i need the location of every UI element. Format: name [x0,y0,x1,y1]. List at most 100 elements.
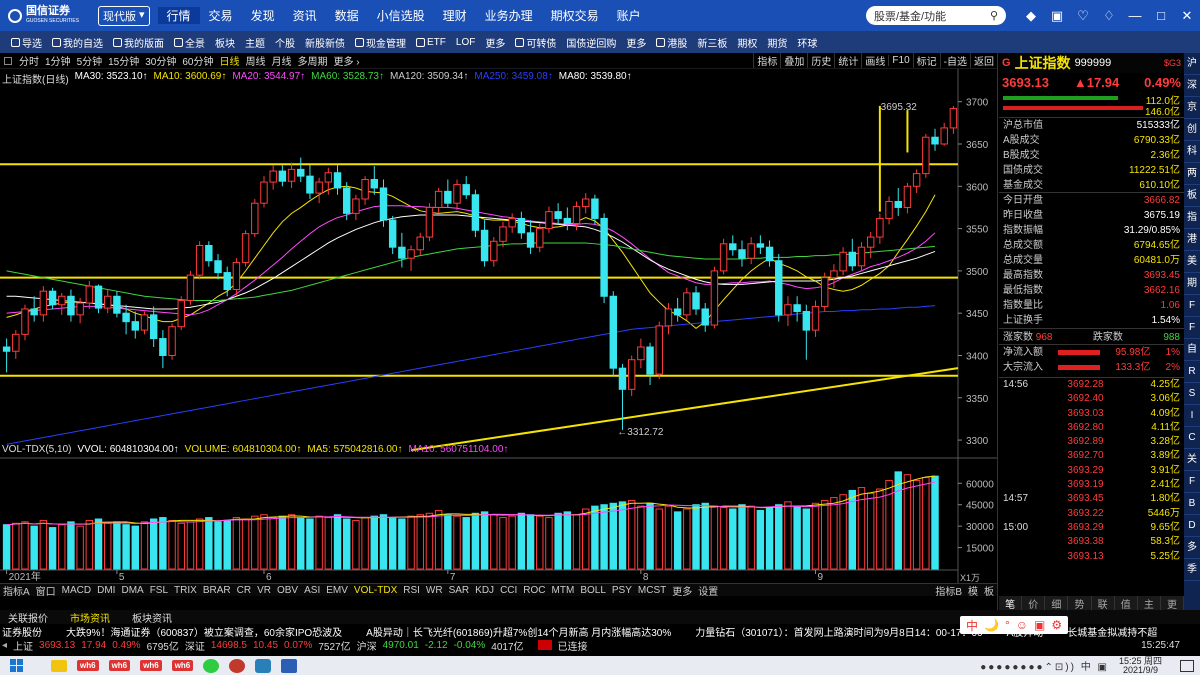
volume-bar[interactable] [453,515,461,570]
tick-row[interactable]: 3693.03 4.09亿 [999,407,1184,421]
tick-row[interactable]: 3692.89 3.28亿 [999,435,1184,449]
nav-2[interactable]: 发现 [242,7,284,24]
window-button-3[interactable]: ♢ [1096,8,1122,24]
candlestick[interactable] [949,105,958,134]
toolbar-item-4[interactable]: 板块 [210,35,240,50]
indicator-tab[interactable]: WR [423,585,446,596]
candlestick[interactable] [664,303,673,335]
period-7[interactable]: 周线 [243,53,269,68]
side-tab[interactable]: F [1184,317,1200,339]
ime-toolbar[interactable]: 中 🌙 ° ☺ ▣ ⚙ [960,616,1069,634]
candlestick[interactable] [278,165,287,187]
volume-bar[interactable] [508,515,516,570]
candlestick[interactable] [30,296,38,322]
candlestick[interactable] [581,193,590,214]
volume-bar[interactable] [352,519,360,570]
candlestick[interactable] [922,133,930,178]
nav-7[interactable]: 业务办理 [476,7,542,24]
toolbar-item-1[interactable]: 我的自选 [47,35,108,50]
quote-tab[interactable]: 值 [1115,596,1138,611]
candlestick[interactable] [765,240,774,267]
window-button-5[interactable]: □ [1148,8,1174,23]
candlestick[interactable] [839,247,847,276]
task-app-icon[interactable]: wh6 [77,660,99,671]
volume-bar[interactable] [876,488,884,570]
period-6[interactable]: 日线 [217,53,243,68]
tick-row[interactable]: 14:56 3692.28 4.25亿 [999,378,1184,392]
side-tab[interactable]: D [1184,515,1200,537]
volume-bar[interactable] [444,514,452,570]
news-item[interactable]: 证券股份 [2,624,42,639]
candlestick[interactable] [627,355,636,397]
indicator-tab[interactable]: DMA [118,585,146,596]
candlestick[interactable] [673,297,682,322]
volume-bar[interactable] [811,502,820,570]
volume-bar[interactable] [425,512,434,570]
nav-4[interactable]: 数据 [326,7,368,24]
volume-bar[interactable] [793,505,801,570]
candlestick[interactable] [811,300,820,337]
candlestick[interactable] [287,162,296,188]
clock[interactable]: 15:25 周四 2021/9/9 [1119,656,1162,675]
volume-bar[interactable] [581,508,590,570]
side-tab[interactable]: I [1184,405,1200,427]
volume-bar[interactable] [168,519,176,570]
volume-bar[interactable] [563,511,572,570]
quote-tab[interactable]: 联 [1092,596,1115,611]
period-9[interactable]: 多周期 [295,53,331,68]
volume-bar[interactable] [388,517,397,570]
candlestick[interactable] [453,179,461,210]
window-button-1[interactable]: ▣ [1044,8,1070,24]
ime-button[interactable]: ▣ [1034,618,1045,632]
volume-bar[interactable] [30,525,38,570]
candlestick[interactable] [508,213,516,233]
candlestick[interactable] [58,292,66,315]
quote-tab[interactable]: 价 [1022,596,1046,611]
indicator-tab[interactable]: KDJ [472,585,497,596]
candlestick[interactable] [434,187,443,214]
toolbar-item-7[interactable]: 新股新债 [300,35,350,50]
side-tab[interactable]: F [1184,295,1200,317]
volume-bar[interactable] [434,509,443,570]
nav-3[interactable]: 资讯 [284,7,326,24]
volume-bar[interactable] [664,505,673,570]
volume-bar[interactable] [499,517,507,570]
volume-bar[interactable] [269,517,277,570]
candlestick[interactable] [407,245,415,271]
side-tab[interactable]: 自 [1184,339,1200,361]
volume-bar[interactable] [784,501,792,570]
toolbar-item-14[interactable]: 更多 [621,35,651,50]
indicator-tab[interactable]: FSL [147,585,171,596]
volume-bar[interactable] [490,514,498,570]
volume-bar[interactable] [94,518,103,570]
candlestick[interactable] [692,286,700,315]
side-tab[interactable]: 指 [1184,207,1200,229]
toolbar-item-16[interactable]: 新三板 [692,35,732,50]
nav-8[interactable]: 期权交易 [542,7,608,24]
chart-tool-8[interactable]: 返回 [970,53,997,68]
volume-bar[interactable] [462,517,470,570]
candlestick[interactable] [67,289,75,322]
toolbar-item-5[interactable]: 主题 [240,35,270,50]
indicator-tab[interactable]: MACD [59,585,94,596]
quote-tab[interactable]: 更 [1161,596,1184,611]
toolbar-item-12[interactable]: 可转债 [510,35,561,50]
volume-bar[interactable] [113,521,121,570]
volume-bar[interactable] [912,479,921,570]
candlestick[interactable] [866,231,875,259]
browser-icon[interactable] [229,658,246,673]
side-tab[interactable]: S [1184,383,1200,405]
candlestick[interactable] [2,338,11,373]
tick-row[interactable]: 3692.70 3.89亿 [999,449,1184,463]
volume-bar[interactable] [315,515,323,570]
period-8[interactable]: 月线 [269,53,295,68]
candlestick[interactable] [517,211,526,239]
side-tab[interactable]: 港 [1184,229,1200,251]
ime-button[interactable]: ☺ [1016,618,1028,632]
candlestick[interactable] [609,291,618,377]
chart-tool-4[interactable]: 画线 [861,53,888,68]
candlestick[interactable] [710,266,719,329]
candlestick[interactable] [177,296,185,331]
volume-bar[interactable] [195,518,204,570]
ime-button[interactable]: 中 [966,617,978,634]
